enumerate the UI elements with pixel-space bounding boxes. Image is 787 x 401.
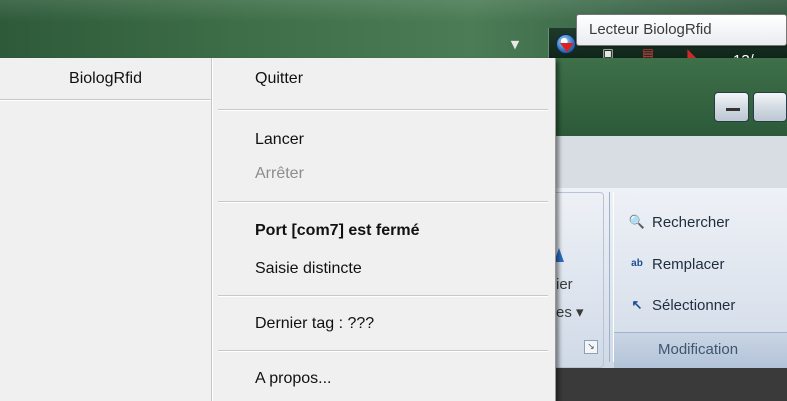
- menu-title-separator: [0, 99, 211, 101]
- menu-item-last-tag[interactable]: Dernier tag : ???: [255, 309, 545, 339]
- app-bottom-area: [556, 368, 787, 401]
- menu-separator: [218, 201, 548, 203]
- menu-vertical-divider: [211, 58, 213, 401]
- menu-item-start[interactable]: Lancer: [255, 125, 545, 155]
- menu-title-pane: [0, 58, 212, 401]
- find-button[interactable]: 🔍 Rechercher: [628, 210, 730, 234]
- menu-item-distinct-input[interactable]: Saisie distincte: [255, 254, 545, 284]
- binoculars-icon: 🔍: [628, 214, 646, 229]
- styles-label-line2[interactable]: es ▾: [556, 303, 584, 321]
- replace-label: Remplacer: [652, 255, 725, 273]
- find-label: Rechercher: [652, 213, 730, 231]
- menu-item-about[interactable]: A propos...: [255, 364, 545, 394]
- styles-label-line1[interactable]: ier: [556, 276, 573, 293]
- cursor-icon: ↖: [631, 297, 643, 312]
- select-label: Sélectionner: [652, 296, 736, 314]
- ribbon-tab-strip: [556, 136, 787, 188]
- window-controls: [714, 92, 787, 122]
- biologrfid-status-icon: [560, 43, 574, 52]
- menu-separator: [218, 350, 548, 352]
- dialog-launcher-icon[interactable]: ↘: [584, 340, 598, 354]
- menu-separator: [218, 295, 548, 297]
- tray-tooltip: Lecteur BiologRfid: [576, 14, 787, 46]
- minimize-button[interactable]: [714, 92, 749, 122]
- replace-icon: ab: [631, 258, 643, 269]
- menu-app-title: BiologRfid: [69, 70, 142, 87]
- menu-item-quit[interactable]: Quitter: [255, 64, 545, 94]
- menu-item-stop: Arrêter: [255, 165, 304, 182]
- tray-overflow-icon[interactable]: ▼: [508, 39, 522, 50]
- ribbon-group-label: Modification: [614, 332, 787, 368]
- menu-item-port-status[interactable]: Port [com7] est fermé: [255, 216, 545, 246]
- replace-button[interactable]: ab Remplacer: [628, 252, 725, 276]
- tray-context-menu: BiologRfid Quitter Lancer Arrêter Port […: [0, 58, 556, 401]
- maximize-button[interactable]: [752, 92, 787, 122]
- menu-separator: [218, 109, 548, 111]
- select-button[interactable]: ↖ Sélectionner: [628, 293, 736, 317]
